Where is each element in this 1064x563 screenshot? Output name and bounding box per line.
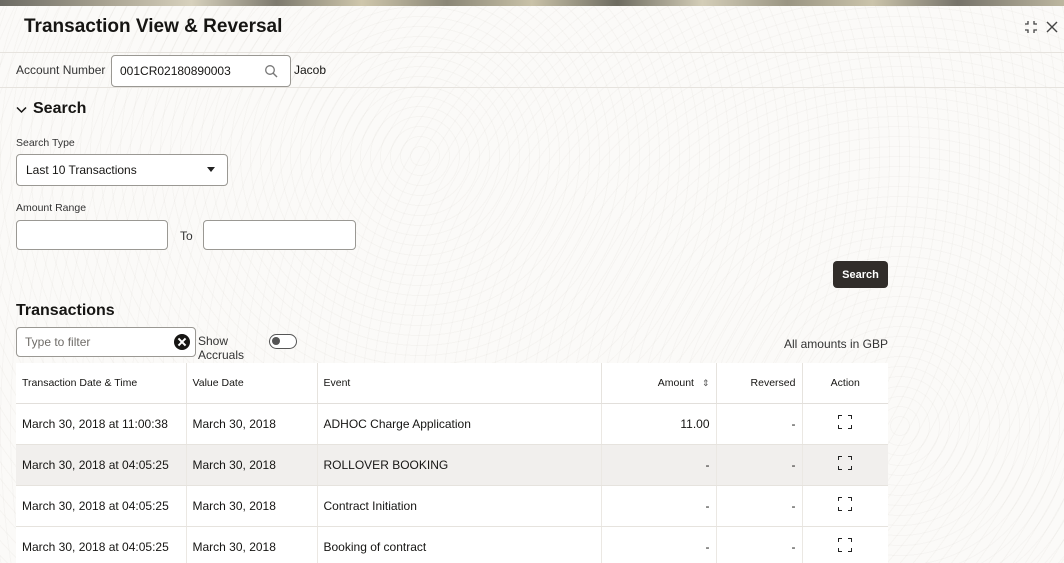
search-section-title: Search xyxy=(33,100,87,117)
cell-action xyxy=(802,403,888,445)
col-amount-label: Amount xyxy=(657,376,694,389)
customer-name: Jacob xyxy=(294,63,327,77)
search-section-header[interactable]: Search xyxy=(16,100,86,118)
page-title: Transaction View & Reversal xyxy=(24,16,283,37)
cell-reversed: - xyxy=(716,444,803,486)
table-row[interactable]: March 30, 2018 at 04:05:25 March 30, 201… xyxy=(16,444,888,486)
col-amount[interactable]: Amount ⇕ xyxy=(601,363,717,404)
account-number-label: Account Number xyxy=(16,63,106,77)
expand-icon[interactable] xyxy=(838,538,853,552)
cell-value-date: March 30, 2018 xyxy=(186,403,318,445)
cell-value-date: March 30, 2018 xyxy=(186,485,318,527)
show-accruals-toggle[interactable] xyxy=(269,334,297,349)
cell-value-date: March 30, 2018 xyxy=(186,526,318,563)
cell-event: ADHOC Charge Application xyxy=(317,403,602,445)
transactions-table: Transaction Date & Time Value Date Event… xyxy=(16,363,888,563)
show-accruals-label: Show Accruals xyxy=(198,334,245,362)
table-header-row: Transaction Date & Time Value Date Event… xyxy=(16,363,888,404)
col-action: Action xyxy=(802,363,888,404)
table-row[interactable]: March 30, 2018 at 11:00:38 March 30, 201… xyxy=(16,403,888,445)
table-row[interactable]: March 30, 2018 at 04:05:25 March 30, 201… xyxy=(16,526,888,563)
search-icon[interactable] xyxy=(264,64,278,78)
col-reversed[interactable]: Reversed xyxy=(716,363,803,404)
amount-from-input[interactable] xyxy=(16,220,168,250)
cell-action xyxy=(802,526,888,563)
cell-value-date: March 30, 2018 xyxy=(186,444,318,486)
amount-range-label: Amount Range xyxy=(16,202,87,214)
expand-icon[interactable] xyxy=(838,456,853,470)
collapse-icon[interactable] xyxy=(1024,20,1038,34)
dropdown-caret-icon xyxy=(207,167,215,172)
cell-datetime: March 30, 2018 at 04:05:25 xyxy=(16,485,187,527)
filter-input[interactable] xyxy=(16,327,196,357)
currency-note: All amounts in GBP xyxy=(783,337,888,351)
top-banner-strip xyxy=(0,0,1064,6)
col-value-date[interactable]: Value Date xyxy=(186,363,318,404)
expand-icon[interactable] xyxy=(838,497,853,511)
cell-amount: - xyxy=(601,485,717,527)
sort-icon[interactable]: ⇕ xyxy=(702,378,710,389)
cell-event: Contract Initiation xyxy=(317,485,602,527)
cell-amount: - xyxy=(601,526,717,563)
search-type-select[interactable]: Last 10 Transactions xyxy=(16,154,228,186)
cell-event: ROLLOVER BOOKING xyxy=(317,444,602,486)
account-row: Account Number Jacob xyxy=(0,52,1064,88)
expand-icon[interactable] xyxy=(838,415,853,429)
cell-amount: 11.00 xyxy=(601,403,717,445)
amount-to-input[interactable] xyxy=(203,220,356,250)
cell-reversed: - xyxy=(716,485,803,527)
cell-action xyxy=(802,485,888,527)
cell-datetime: March 30, 2018 at 04:05:25 xyxy=(16,526,187,563)
clear-icon[interactable] xyxy=(174,334,190,350)
search-type-label: Search Type xyxy=(16,137,75,149)
cell-amount: - xyxy=(601,444,717,486)
cell-event: Booking of contract xyxy=(317,526,602,563)
cell-reversed: - xyxy=(716,526,803,563)
search-type-value: Last 10 Transactions xyxy=(26,163,137,177)
close-icon[interactable] xyxy=(1046,21,1058,33)
transactions-title: Transactions xyxy=(16,302,115,319)
search-button[interactable]: Search xyxy=(833,261,888,288)
cell-datetime: March 30, 2018 at 04:05:25 xyxy=(16,444,187,486)
col-event[interactable]: Event xyxy=(317,363,602,404)
cell-action xyxy=(802,444,888,486)
cell-datetime: March 30, 2018 at 11:00:38 xyxy=(16,403,187,445)
col-transaction-datetime[interactable]: Transaction Date & Time xyxy=(16,363,187,404)
table-row[interactable]: March 30, 2018 at 04:05:25 March 30, 201… xyxy=(16,485,888,527)
to-label: To xyxy=(180,229,193,243)
cell-reversed: - xyxy=(716,403,803,445)
chevron-down-icon[interactable] xyxy=(16,102,27,117)
window-controls xyxy=(1024,20,1058,34)
